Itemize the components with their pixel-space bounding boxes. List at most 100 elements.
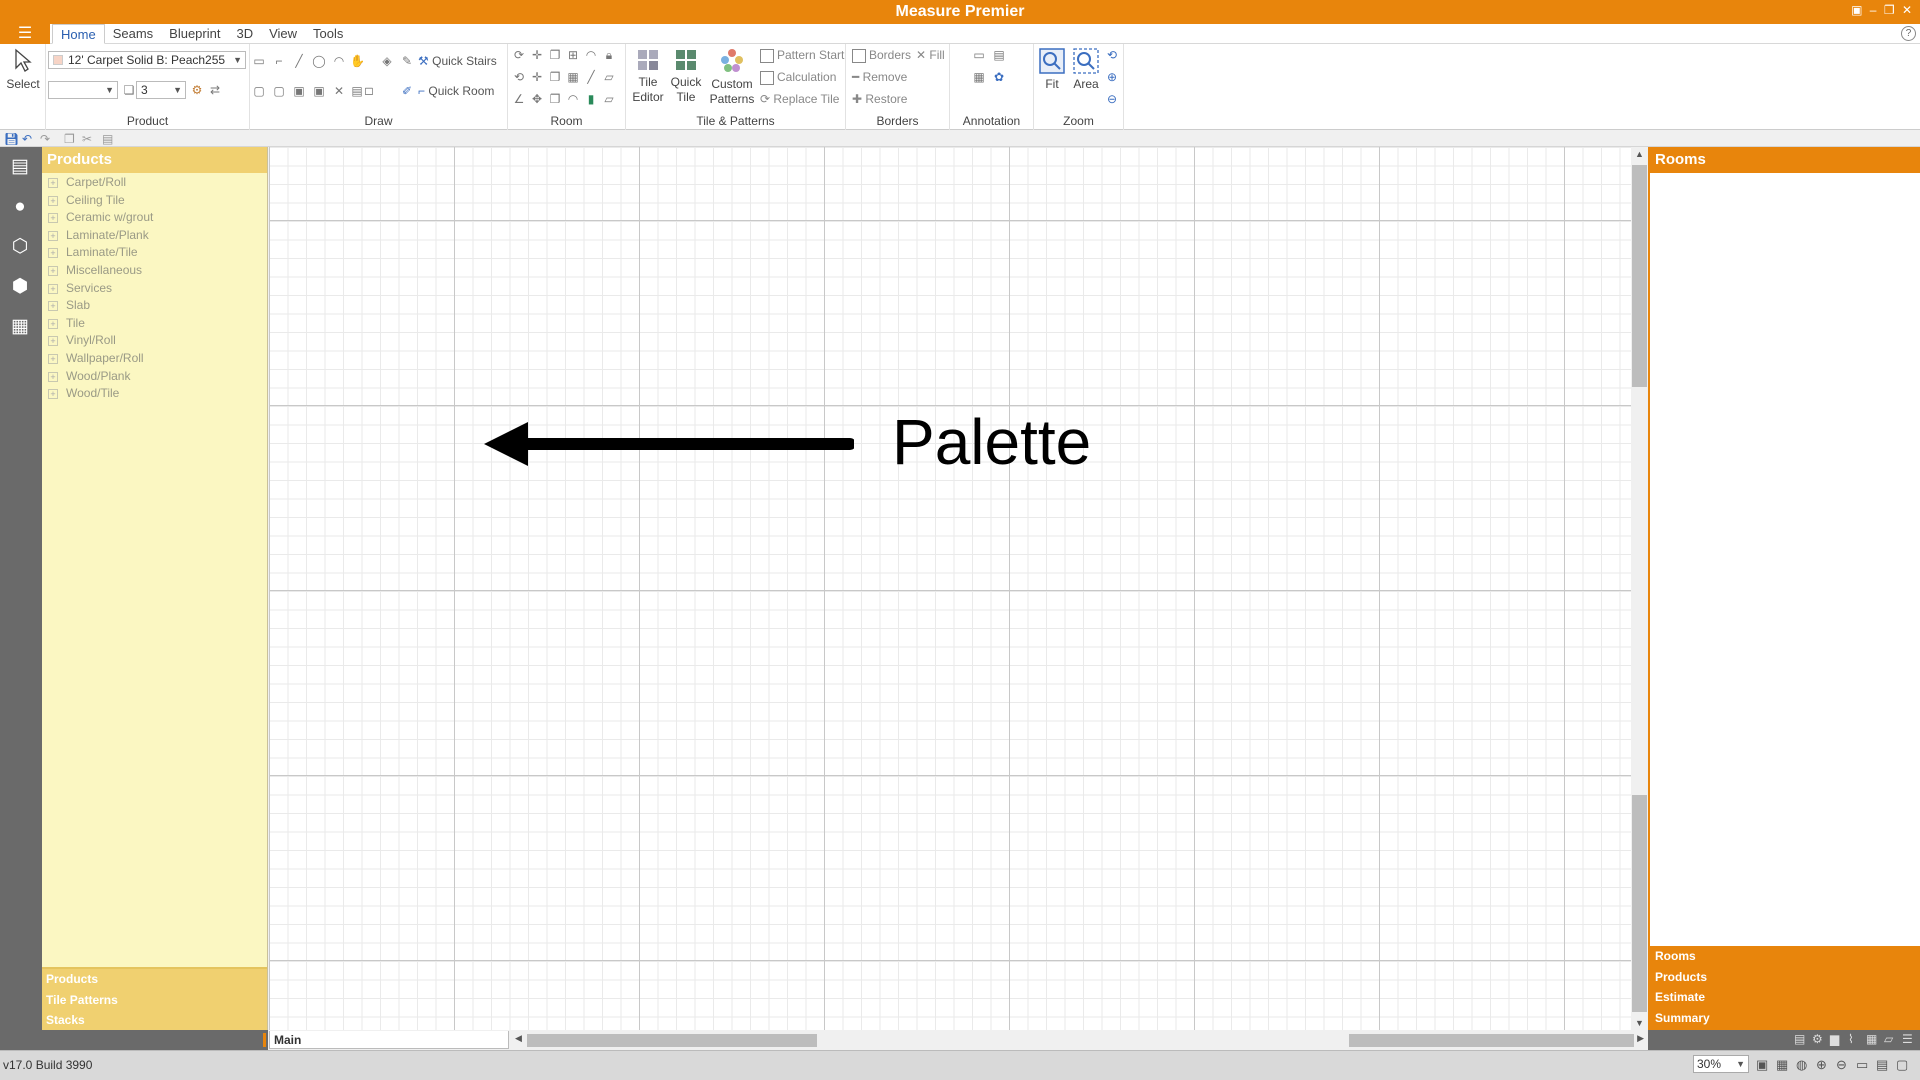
panel-tab-rooms[interactable]: Rooms [1650, 946, 1920, 967]
expand-icon[interactable]: + [48, 389, 58, 400]
wand-icon[interactable]: ✎ [400, 54, 414, 68]
resize-grip[interactable] [263, 1033, 266, 1047]
paste-icon[interactable]: ▤ [102, 132, 113, 146]
list-item[interactable]: + Slab [42, 297, 267, 315]
expand-icon[interactable]: + [48, 283, 58, 294]
undo-icon[interactable]: ↶ [22, 132, 32, 146]
column-tool-icon[interactable]: ▣ [292, 84, 306, 98]
share-icon[interactable]: ▱ [1884, 1032, 1893, 1046]
calculator-icon[interactable]: ▦ [8, 315, 32, 339]
angle-icon[interactable]: ∠ [512, 92, 526, 106]
expand-icon[interactable]: + [48, 353, 58, 364]
tab-seams[interactable]: Seams [105, 24, 161, 44]
scroll-right-icon[interactable]: ▶ [1637, 1033, 1644, 1044]
scroll-track-segment[interactable] [1349, 1034, 1634, 1047]
tab-home[interactable]: Home [52, 24, 105, 44]
tab-view[interactable]: View [261, 24, 305, 44]
hand-tool-icon[interactable]: ✋ [350, 54, 365, 68]
arc-room-icon[interactable]: ◠ [566, 92, 580, 106]
diagonal-icon[interactable]: ╱ [584, 70, 598, 84]
products-box-icon[interactable]: ⬡ [8, 235, 32, 259]
snap-icon[interactable]: ▣ [1756, 1057, 1768, 1073]
list-item[interactable]: + Ceiling Tile [42, 192, 267, 210]
pen-tool-icon[interactable]: ✐ [400, 84, 414, 98]
grid-icon[interactable]: ▦ [566, 70, 580, 84]
calculation-button[interactable]: Calculation [760, 70, 836, 85]
quick-tile-button[interactable]: Quick Tile [668, 48, 704, 105]
pan-icon[interactable]: ✥ [530, 92, 544, 106]
product-swap-icon[interactable]: ⇄ [208, 83, 222, 97]
settings-icon[interactable]: ⚙ [1812, 1032, 1823, 1046]
list-item[interactable]: + Laminate/Plank [42, 227, 267, 245]
zoom-in-status-icon[interactable]: ⊕ [1816, 1057, 1827, 1073]
line-tool-icon[interactable]: ╱ [292, 54, 306, 68]
paint-bucket-icon[interactable]: ◈ [380, 54, 394, 68]
expand-icon[interactable]: + [48, 336, 58, 347]
globe-icon[interactable]: ◍ [1796, 1057, 1807, 1073]
select-button[interactable]: Select [4, 48, 42, 92]
lock-icon[interactable]: 🔒︎ [602, 48, 616, 62]
polyline-tool-icon[interactable]: ⌐ [272, 54, 286, 68]
zoom-area-button[interactable]: Area [1071, 48, 1101, 92]
window-controls[interactable]: ▣ – ❐ ✕ [1851, 3, 1914, 17]
layout-icon[interactable]: ▭ [1856, 1057, 1868, 1073]
expand-icon[interactable]: + [48, 265, 58, 276]
full-view-icon[interactable]: ▢ [1896, 1057, 1908, 1073]
page-icon[interactable]: ▱ [602, 70, 616, 84]
quick-stairs-button[interactable]: ⚒ Quick Stairs [418, 54, 497, 68]
zoom-out-icon[interactable]: ⊖ [1105, 92, 1119, 106]
tab-3d[interactable]: 3D [228, 24, 261, 44]
scroll-thumb[interactable] [1632, 165, 1647, 387]
list-view-icon[interactable]: ▤ [1794, 1032, 1805, 1046]
copies-icon[interactable]: ❏ [122, 83, 136, 97]
minimize-icon[interactable]: – [1870, 3, 1879, 17]
merge-icon[interactable]: ⊞ [566, 48, 580, 62]
list-item[interactable]: + Miscellaneous [42, 262, 267, 280]
label-icon[interactable]: ▭ [972, 48, 986, 62]
project-icon[interactable]: ▤ [8, 155, 32, 179]
fill-button[interactable]: ✕ Fill [916, 48, 945, 62]
list-item[interactable]: + Ceramic w/grout [42, 209, 267, 227]
arc-tool-icon[interactable]: ◠ [332, 54, 346, 68]
replace-tile-button[interactable]: ⟳ Replace Tile [760, 92, 839, 106]
expand-icon[interactable]: + [48, 230, 58, 241]
scroll-up-icon[interactable]: ▲ [1631, 149, 1648, 159]
product-combo[interactable]: 12' Carpet Solid B: Peach255 ▼ [48, 51, 246, 69]
fill-room-icon[interactable]: ▮ [584, 92, 598, 106]
list-item[interactable]: + Wood/Tile [42, 385, 267, 403]
shapes-icon[interactable]: ✿ [992, 70, 1006, 84]
split-view-icon[interactable]: ▤ [1876, 1057, 1888, 1073]
pattern-start-button[interactable]: Pattern Start [760, 48, 844, 63]
restore-button[interactable]: ✚ Restore [852, 92, 907, 106]
expand-icon[interactable]: + [48, 213, 58, 224]
save-icon[interactable]: 💾︎ [4, 132, 19, 146]
list-item[interactable]: + Laminate/Tile [42, 244, 267, 262]
horizontal-scrollbar[interactable]: ◀ ▶ [513, 1033, 1646, 1047]
scroll-track-segment[interactable] [527, 1034, 817, 1047]
list-item[interactable]: + Tile [42, 315, 267, 333]
delete-tool-icon[interactable]: ✕ [332, 84, 346, 98]
tab-blueprint[interactable]: Blueprint [161, 24, 228, 44]
undo-rotate-icon[interactable]: ⟲ [512, 70, 526, 84]
product-add-icon[interactable]: ⚙ [190, 83, 204, 97]
scroll-down-icon[interactable]: ▼ [1631, 1018, 1648, 1028]
variant-combo[interactable]: ▼ [48, 81, 118, 99]
scroll-track-segment[interactable] [1632, 795, 1647, 1012]
attach-icon[interactable]: ⌇ [1848, 1032, 1854, 1046]
redo-icon[interactable]: ↷ [40, 132, 50, 146]
panel-tab-products[interactable]: Products [1650, 967, 1920, 988]
list-item[interactable]: + Services [42, 280, 267, 298]
customer-icon[interactable]: ● [8, 195, 32, 219]
list-item[interactable]: + Wood/Plank [42, 368, 267, 386]
curve-icon[interactable]: ◠ [584, 48, 598, 62]
borders-button[interactable]: Borders [852, 48, 911, 63]
zoom-fit-button[interactable]: Fit [1037, 48, 1067, 92]
tab-tools[interactable]: Tools [305, 24, 351, 44]
expand-icon[interactable]: + [48, 248, 58, 259]
panel-tab-summary[interactable]: Summary [1650, 1008, 1920, 1029]
close-icon[interactable]: ✕ [1902, 3, 1914, 17]
cabinet-tool-icon[interactable]: ▣ [312, 84, 326, 98]
zoom-in-icon[interactable]: ⊕ [1105, 70, 1119, 84]
scroll-left-icon[interactable]: ◀ [515, 1033, 522, 1044]
door-tool-icon[interactable]: ▢ [252, 84, 266, 98]
